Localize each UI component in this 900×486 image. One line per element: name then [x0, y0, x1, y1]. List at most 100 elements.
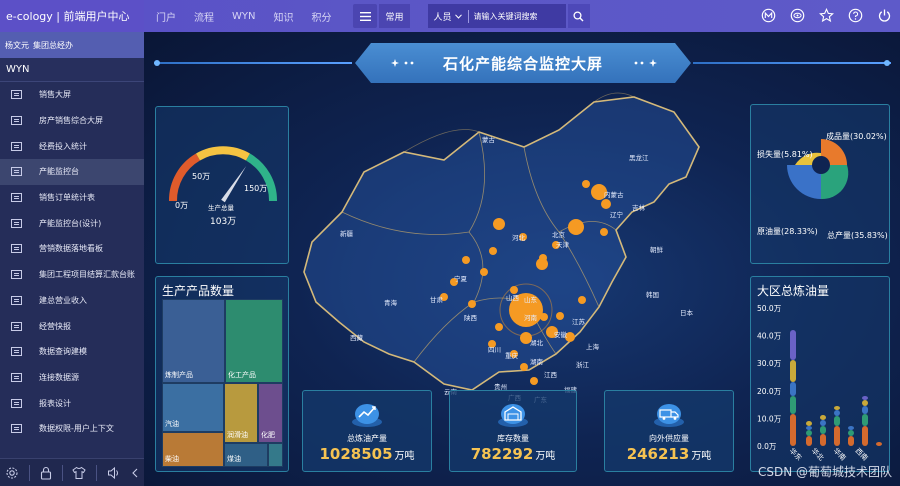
sidebar-item[interactable]: 连接数据源: [0, 365, 144, 391]
search-scope-select[interactable]: 人员: [428, 9, 469, 23]
sidebar-bottom-toolbar: [0, 458, 144, 486]
sidebar-item[interactable]: 经营快报: [0, 313, 144, 339]
bar-y-tick: 30.0万: [757, 359, 782, 368]
sidebar-item-label: 经费投入统计: [39, 141, 87, 151]
tile-lubricant[interactable]: 润滑油: [224, 383, 258, 443]
sidebar-item[interactable]: 产能监控台: [0, 159, 144, 185]
sidebar-item[interactable]: 营销数据落地看板: [0, 236, 144, 262]
help-button[interactable]: [845, 5, 865, 25]
map-bubble[interactable]: [556, 312, 564, 320]
bar-segment[interactable]: [790, 396, 796, 414]
m-button[interactable]: [758, 5, 778, 25]
lock-icon[interactable]: [40, 466, 52, 480]
bar-segment[interactable]: [790, 360, 796, 382]
bar-segment[interactable]: [790, 330, 796, 360]
sidebar-item[interactable]: 房产销售综合大屏: [0, 108, 144, 134]
tile-kerosene[interactable]: 煤油: [224, 443, 268, 467]
bar-segment[interactable]: [834, 426, 840, 446]
bar-y-tick: 0.0万: [757, 442, 777, 451]
bar-segment[interactable]: [834, 416, 840, 426]
sidebar-item[interactable]: 销售大屏: [0, 82, 144, 108]
warehouse-icon: [498, 404, 528, 427]
map-bubble[interactable]: [462, 256, 470, 264]
tile-gasoline[interactable]: 汽油: [162, 383, 224, 432]
bar-segment[interactable]: [834, 410, 840, 416]
stat-value-line: 246213 万吨: [605, 445, 733, 463]
tile-label: 化工产品: [228, 371, 256, 379]
map-bubble[interactable]: [468, 300, 476, 308]
sidebar-item[interactable]: 建总营业收入: [0, 288, 144, 314]
sidebar-item[interactable]: 报表设计: [0, 390, 144, 416]
sidebar-item[interactable]: 数据查询建模: [0, 339, 144, 365]
bar-segment[interactable]: [820, 434, 826, 446]
nav-workflow[interactable]: 流程: [194, 9, 214, 24]
tile-other[interactable]: [268, 443, 283, 467]
map-bubble[interactable]: [480, 268, 488, 276]
tile-chemical[interactable]: 化工产品: [225, 299, 283, 383]
bar-segment[interactable]: [862, 426, 868, 446]
volume-icon[interactable]: [107, 466, 121, 480]
nav-portal[interactable]: 门户: [156, 9, 176, 24]
search-button[interactable]: [567, 4, 590, 28]
sidebar-item[interactable]: 产能监控台(设计): [0, 210, 144, 236]
settings-icon[interactable]: [5, 466, 19, 480]
bar-segment[interactable]: [862, 400, 868, 406]
eye-button[interactable]: [787, 5, 807, 25]
map-bubble[interactable]: [578, 296, 586, 304]
map-region-label: 陕西: [464, 313, 478, 322]
sidebar-item[interactable]: 销售订单统计表: [0, 185, 144, 211]
logout-button[interactable]: [874, 5, 894, 25]
map-bubble[interactable]: [539, 254, 547, 262]
theme-shirt-icon[interactable]: [72, 466, 87, 480]
bar-segment[interactable]: [848, 426, 854, 430]
map-bubble[interactable]: [530, 377, 538, 385]
nav-wyn[interactable]: WYN: [232, 11, 255, 22]
bar-segment[interactable]: [834, 406, 840, 410]
favorite-button[interactable]: [816, 5, 836, 25]
bar-segment[interactable]: [806, 426, 812, 430]
brand-title[interactable]: e-cology | 前端用户中心: [0, 0, 144, 32]
china-map[interactable]: 蒙古黑龙江吉林辽宁 内蒙古北京天津 河北山西 山东河南 宁夏甘肃陕西 青海 新疆西藏四川重庆…: [294, 92, 742, 412]
treemap-panel: 生产产品数量 炼制产品 化工产品 汽油 润滑油 化肥 柴油 煤油: [155, 276, 289, 472]
map-bubble[interactable]: [540, 313, 548, 321]
tile-refined[interactable]: 炼制产品: [162, 299, 225, 383]
sidebar-section-title[interactable]: WYN: [0, 58, 144, 82]
bar-segment[interactable]: [806, 421, 812, 426]
map-bubble[interactable]: [568, 219, 584, 235]
common-button[interactable]: 常用: [379, 4, 410, 28]
bar-segment[interactable]: [862, 406, 868, 414]
bar-segment[interactable]: [848, 430, 854, 436]
search-input[interactable]: [473, 11, 554, 21]
map-bubble[interactable]: [495, 323, 503, 331]
tile-label: 汽油: [165, 420, 179, 428]
map-bubble[interactable]: [489, 247, 497, 255]
map-region-label: 青海: [384, 298, 398, 307]
collapse-chevron-icon[interactable]: [131, 468, 139, 478]
bar-segment[interactable]: [820, 420, 826, 426]
map-bubble[interactable]: [601, 199, 611, 209]
nav-points[interactable]: 积分: [311, 9, 331, 24]
sidebar-item[interactable]: 经费投入统计: [0, 133, 144, 159]
bar-segment[interactable]: [876, 442, 882, 446]
bar-segment[interactable]: [848, 436, 854, 446]
bar-segment[interactable]: [790, 414, 796, 446]
nav-knowledge[interactable]: 知识: [273, 9, 293, 24]
map-bubble[interactable]: [582, 180, 590, 188]
map-region-label: 甘肃: [430, 295, 444, 304]
map-bubble[interactable]: [520, 363, 528, 371]
bar-segment[interactable]: [806, 430, 812, 436]
map-bubble[interactable]: [600, 228, 608, 236]
sidebar-item[interactable]: 数据权限-用户上下文: [0, 416, 144, 442]
bar-segment[interactable]: [806, 436, 812, 446]
hamburger-menu-button[interactable]: [353, 4, 378, 28]
bar-segment[interactable]: [820, 426, 826, 434]
bar-segment[interactable]: [862, 414, 868, 426]
sidebar-item[interactable]: 集团工程项目结算汇款台账: [0, 262, 144, 288]
tile-fertilizer[interactable]: 化肥: [258, 383, 283, 443]
document-icon: [11, 372, 22, 382]
bar-segment[interactable]: [820, 415, 826, 420]
map-bubble[interactable]: [493, 218, 505, 230]
bar-segment[interactable]: [790, 382, 796, 396]
tile-diesel[interactable]: 柴油: [162, 432, 224, 467]
bar-segment[interactable]: [862, 396, 868, 400]
